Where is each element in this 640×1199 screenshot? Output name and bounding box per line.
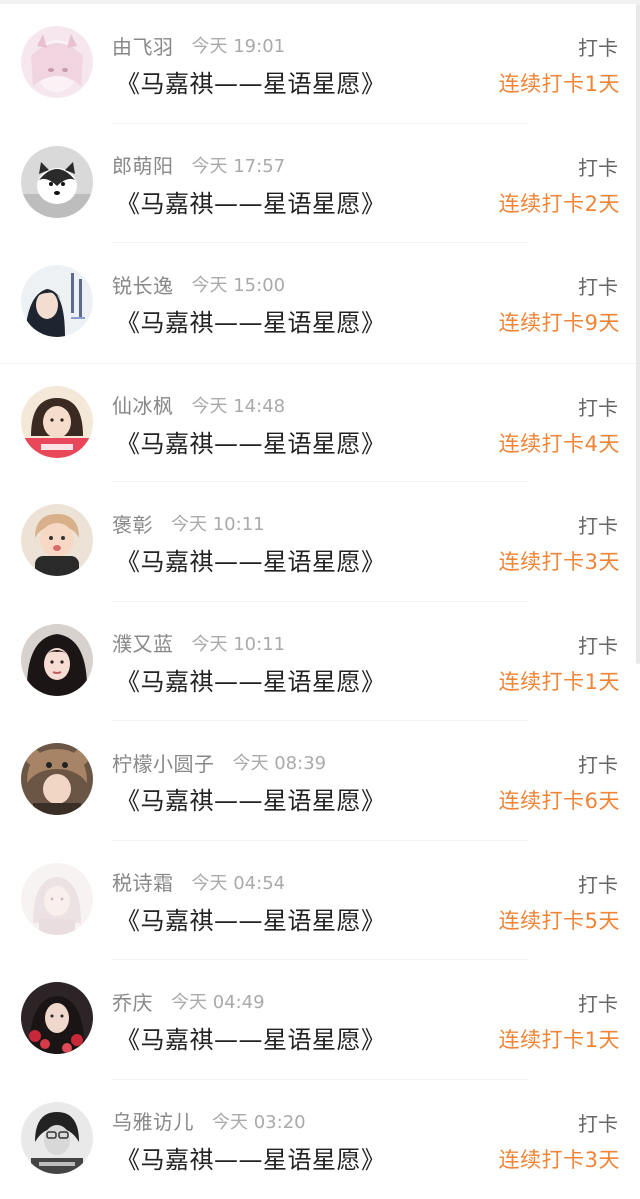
checkin-action-label: 打卡 <box>578 869 618 898</box>
user-name[interactable]: 乔庆 <box>112 987 153 1016</box>
checkin-action-label: 打卡 <box>578 749 618 778</box>
streak-label: 连续打卡1天 <box>499 1024 620 1054</box>
checkin-action-label: 打卡 <box>578 152 618 181</box>
checkin-action-label: 打卡 <box>578 271 618 300</box>
avatar[interactable] <box>21 504 93 576</box>
scrollbar-thumb[interactable] <box>636 4 640 664</box>
checkin-item[interactable]: 税诗霜 今天 04:54 《马嘉祺——星语星愿》 打卡 连续打卡5天 <box>0 841 640 961</box>
checkin-item[interactable]: 褒彰 今天 10:11 《马嘉祺——星语星愿》 打卡 连续打卡3天 <box>0 482 640 602</box>
streak-label: 连续打卡5天 <box>499 905 620 935</box>
avatar[interactable] <box>21 1102 93 1174</box>
checkin-time: 今天 03:20 <box>212 1108 306 1134</box>
item-meta: 仙冰枫 今天 14:48 <box>112 390 285 420</box>
song-title: 《马嘉祺——星语星愿》 <box>116 184 386 219</box>
item-meta: 郎萌阳 今天 17:57 <box>112 150 285 180</box>
user-name[interactable]: 乌雅访儿 <box>112 1106 194 1135</box>
user-name[interactable]: 仙冰枫 <box>112 390 174 419</box>
song-title: 《马嘉祺——星语星愿》 <box>116 901 386 936</box>
streak-label: 连续打卡3天 <box>499 1144 620 1174</box>
checkin-item[interactable]: 郎萌阳 今天 17:57 《马嘉祺——星语星愿》 打卡 连续打卡2天 <box>0 124 640 244</box>
checkin-time: 今天 10:11 <box>192 630 286 656</box>
streak-label: 连续打卡9天 <box>499 307 620 337</box>
user-name[interactable]: 锐长逸 <box>112 270 174 299</box>
streak-label: 连续打卡2天 <box>499 188 620 218</box>
item-meta: 税诗霜 今天 04:54 <box>112 867 285 897</box>
avatar[interactable] <box>21 146 93 218</box>
avatar[interactable] <box>21 863 93 935</box>
user-name[interactable]: 褒彰 <box>112 509 153 538</box>
checkin-action-label: 打卡 <box>578 1108 618 1137</box>
checkin-item[interactable]: 濮又蓝 今天 10:11 《马嘉祺——星语星愿》 打卡 连续打卡1天 <box>0 602 640 722</box>
checkin-list: 由飞羽 今天 19:01 《马嘉祺——星语星愿》 打卡 连续打卡1天 郎萌阳 今 <box>0 4 640 1199</box>
checkin-item[interactable]: 乔庆 今天 04:49 《马嘉祺——星语星愿》 打卡 连续打卡1天 <box>0 960 640 1080</box>
checkin-action-label: 打卡 <box>578 988 618 1017</box>
song-title: 《马嘉祺——星语星愿》 <box>116 1020 386 1055</box>
user-name[interactable]: 郎萌阳 <box>112 150 174 179</box>
checkin-action-label: 打卡 <box>578 510 618 539</box>
streak-label: 连续打卡3天 <box>499 546 620 576</box>
item-meta: 濮又蓝 今天 10:11 <box>112 628 285 658</box>
item-meta: 柠檬小圆子 今天 08:39 <box>112 747 326 777</box>
song-title: 《马嘉祺——星语星愿》 <box>116 1140 386 1175</box>
song-title: 《马嘉祺——星语星愿》 <box>116 303 386 338</box>
song-title: 《马嘉祺——星语星愿》 <box>116 424 386 459</box>
checkin-time: 今天 08:39 <box>233 749 327 775</box>
checkin-time: 今天 15:00 <box>192 271 286 297</box>
checkin-time: 今天 19:01 <box>192 32 286 58</box>
checkin-item[interactable]: 仙冰枫 今天 14:48 《马嘉祺——星语星愿》 打卡 连续打卡4天 <box>0 363 640 483</box>
item-meta: 乌雅访儿 今天 03:20 <box>112 1106 306 1136</box>
checkin-item[interactable]: 乌雅访儿 今天 03:20 《马嘉祺——星语星愿》 打卡 连续打卡3天 <box>0 1080 640 1199</box>
checkin-item[interactable]: 柠檬小圆子 今天 08:39 《马嘉祺——星语星愿》 打卡 连续打卡6天 <box>0 721 640 841</box>
avatar[interactable] <box>21 386 93 458</box>
checkin-time: 今天 04:54 <box>192 869 286 895</box>
avatar[interactable] <box>21 26 93 98</box>
user-name[interactable]: 由飞羽 <box>112 31 174 60</box>
item-meta: 由飞羽 今天 19:01 <box>112 30 285 60</box>
avatar[interactable] <box>21 265 93 337</box>
streak-label: 连续打卡4天 <box>499 428 620 458</box>
checkin-item[interactable]: 由飞羽 今天 19:01 《马嘉祺——星语星愿》 打卡 连续打卡1天 <box>0 4 640 124</box>
user-name[interactable]: 濮又蓝 <box>112 628 174 657</box>
song-title: 《马嘉祺——星语星愿》 <box>116 64 386 99</box>
checkin-action-label: 打卡 <box>578 32 618 61</box>
checkin-action-label: 打卡 <box>578 630 618 659</box>
avatar[interactable] <box>21 624 93 696</box>
item-meta: 褒彰 今天 10:11 <box>112 508 265 538</box>
checkin-time: 今天 17:57 <box>192 152 286 178</box>
user-name[interactable]: 柠檬小圆子 <box>112 748 215 777</box>
avatar[interactable] <box>21 982 93 1054</box>
user-name[interactable]: 税诗霜 <box>112 867 174 896</box>
song-title: 《马嘉祺——星语星愿》 <box>116 662 386 697</box>
item-meta: 锐长逸 今天 15:00 <box>112 269 285 299</box>
song-title: 《马嘉祺——星语星愿》 <box>116 781 386 816</box>
checkin-item[interactable]: 锐长逸 今天 15:00 《马嘉祺——星语星愿》 打卡 连续打卡9天 <box>0 243 640 363</box>
checkin-time: 今天 10:11 <box>171 510 265 536</box>
streak-label: 连续打卡1天 <box>499 666 620 696</box>
item-meta: 乔庆 今天 04:49 <box>112 986 265 1016</box>
streak-label: 连续打卡6天 <box>499 785 620 815</box>
checkin-action-label: 打卡 <box>578 392 618 421</box>
checkin-time: 今天 04:49 <box>171 988 265 1014</box>
song-title: 《马嘉祺——星语星愿》 <box>116 542 386 577</box>
avatar[interactable] <box>21 743 93 815</box>
checkin-time: 今天 14:48 <box>192 392 286 418</box>
streak-label: 连续打卡1天 <box>499 68 620 98</box>
